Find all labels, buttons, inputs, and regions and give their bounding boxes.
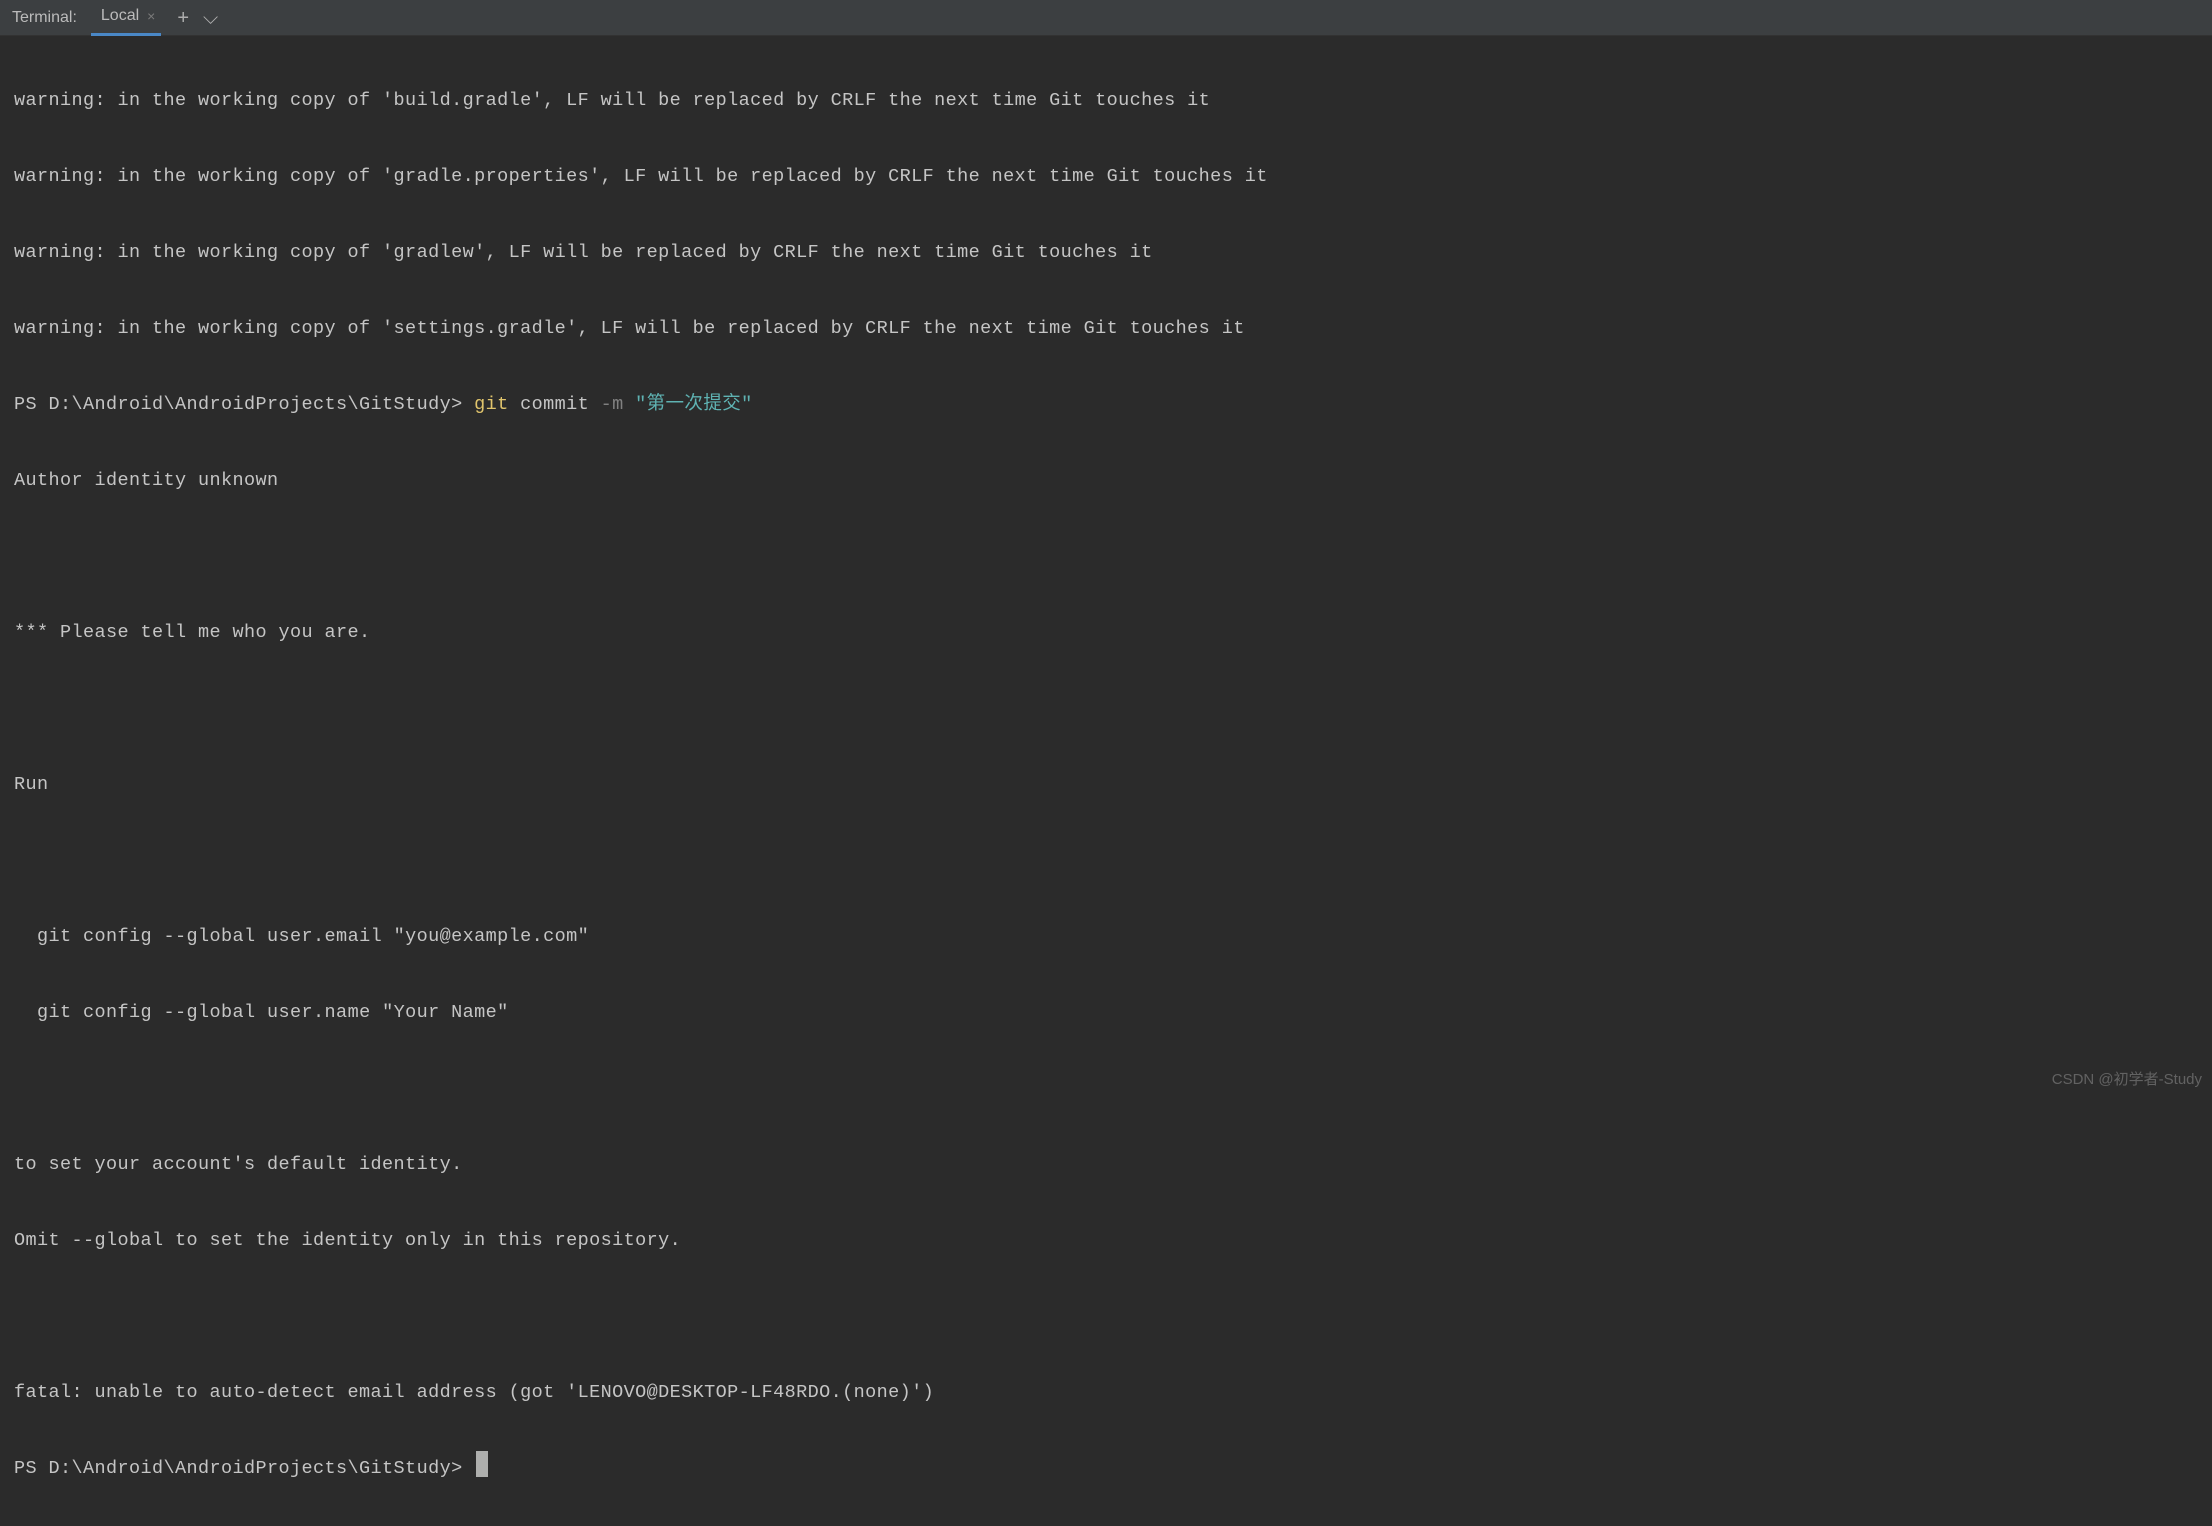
cmd-flag: -m (601, 394, 636, 415)
output-line: fatal: unable to auto-detect email addre… (14, 1374, 2202, 1412)
output-line: git config --global user.email "you@exam… (14, 918, 2202, 956)
prompt-path: PS D:\Android\AndroidProjects\GitStudy> (14, 394, 474, 415)
cmd-git: git (474, 394, 509, 415)
output-line (14, 842, 2202, 880)
output-line: git config --global user.name "Your Name… (14, 994, 2202, 1032)
add-tab-icon[interactable]: + (177, 8, 189, 28)
terminal-header: Terminal: Local × + ⌵ (0, 0, 2212, 36)
header-actions: + ⌵ (177, 8, 218, 28)
cmd-commit: commit (509, 394, 601, 415)
output-line: warning: in the working copy of 'setting… (14, 310, 2202, 348)
output-line (14, 538, 2202, 576)
output-line (14, 1298, 2202, 1336)
output-line (14, 690, 2202, 728)
output-line (14, 1070, 2202, 1108)
prompt-path: PS D:\Android\AndroidProjects\GitStudy> (14, 1458, 474, 1479)
prompt-line: PS D:\Android\AndroidProjects\GitStudy> (14, 1450, 2202, 1488)
terminal-output[interactable]: warning: in the working copy of 'build.g… (0, 36, 2212, 1526)
tab-label: Local (101, 7, 139, 25)
close-icon[interactable]: × (147, 9, 155, 23)
chevron-down-icon[interactable]: ⌵ (203, 8, 218, 28)
prompt-line: PS D:\Android\AndroidProjects\GitStudy> … (14, 386, 2202, 424)
output-line: warning: in the working copy of 'gradle.… (14, 158, 2202, 196)
watermark: CSDN @初学者-Study (2052, 1068, 2202, 1089)
output-line: Run (14, 766, 2202, 804)
output-line: Author identity unknown (14, 462, 2202, 500)
output-line: to set your account's default identity. (14, 1146, 2202, 1184)
cmd-message: "第一次提交" (635, 394, 753, 415)
output-line: warning: in the working copy of 'gradlew… (14, 234, 2202, 272)
output-line: Omit --global to set the identity only i… (14, 1222, 2202, 1260)
terminal-title: Terminal: (12, 9, 77, 27)
output-line: warning: in the working copy of 'build.g… (14, 82, 2202, 120)
cursor-icon (476, 1451, 488, 1477)
tab-local[interactable]: Local × (91, 0, 161, 36)
output-line: *** Please tell me who you are. (14, 614, 2202, 652)
